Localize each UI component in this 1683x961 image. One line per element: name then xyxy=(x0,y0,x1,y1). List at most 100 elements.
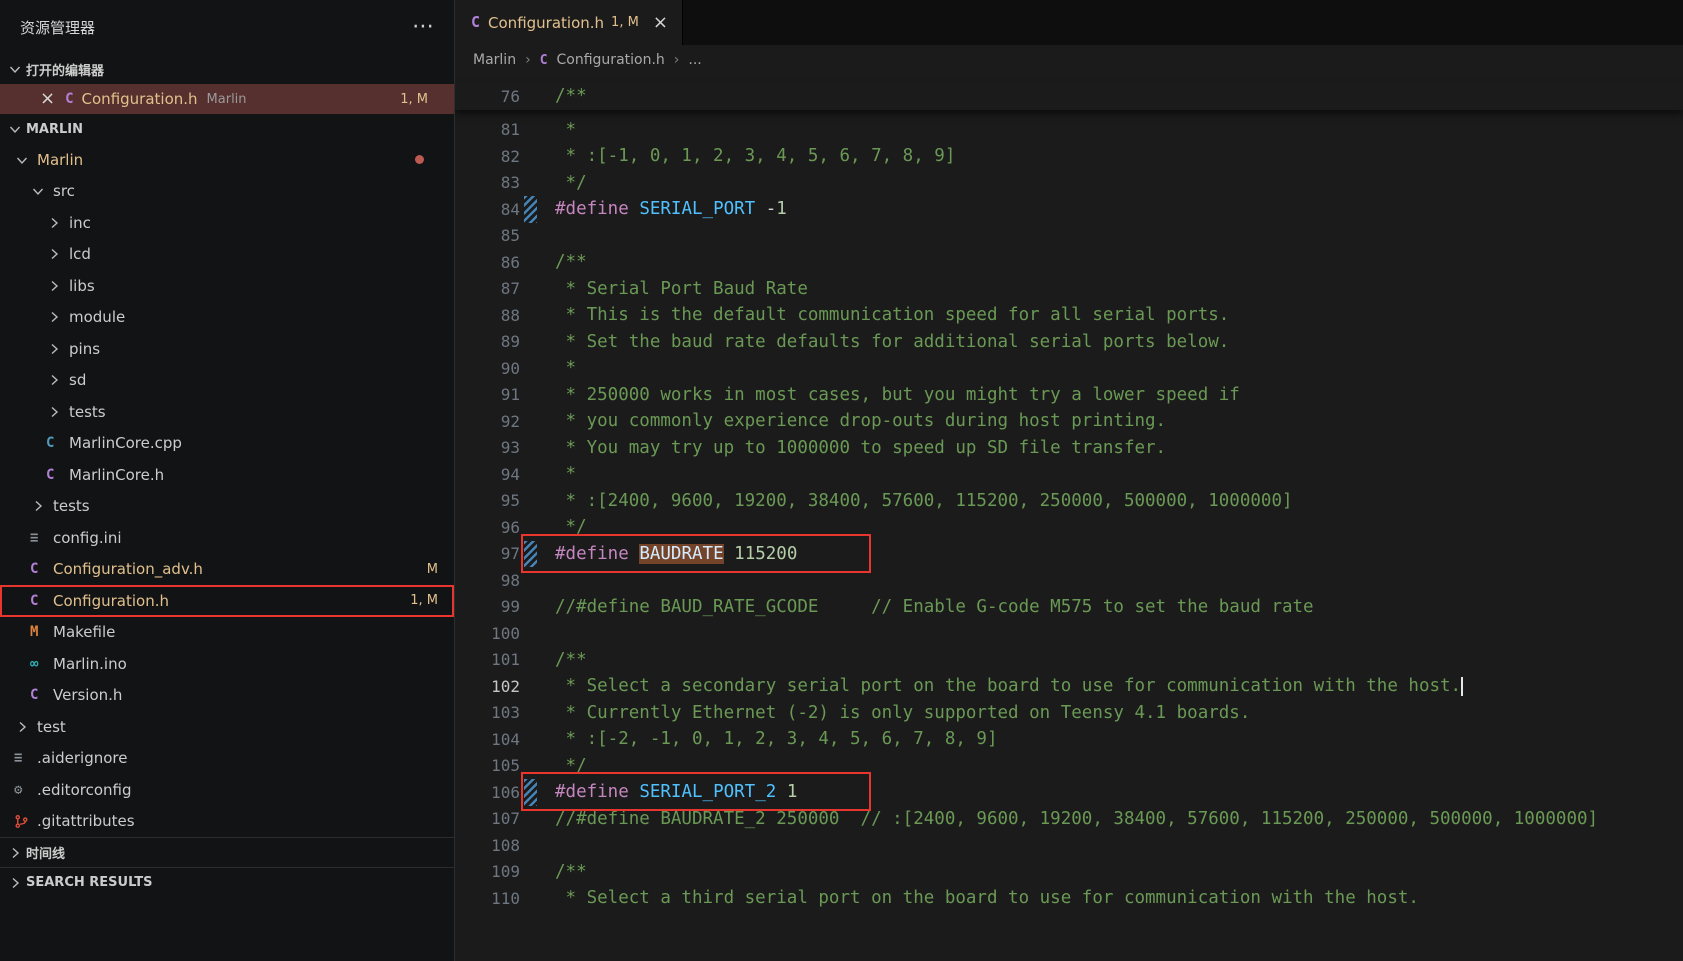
timeline-header[interactable]: 时间线 xyxy=(0,837,454,867)
chevron-right-icon[interactable] xyxy=(46,278,68,294)
tree-item-Marlin.ino[interactable]: ∞Marlin.ino xyxy=(0,648,454,680)
tree-item-.editorconfig[interactable]: ⚙.editorconfig xyxy=(0,774,454,806)
token: */ xyxy=(555,756,587,776)
git-status-badge: 1, M xyxy=(410,593,438,608)
gutter-indicator xyxy=(524,673,537,700)
gutter-indicator xyxy=(524,355,537,382)
close-icon[interactable]: × xyxy=(40,90,55,108)
tab-configuration-h[interactable]: C Configuration.h 1, M × xyxy=(455,0,683,45)
tree-item-src[interactable]: src xyxy=(0,176,454,208)
breadcrumb-file[interactable]: Configuration.h xyxy=(557,52,665,68)
code-line-98[interactable]: 98 xyxy=(455,567,1683,594)
code-text: /** xyxy=(555,252,587,272)
code-line-93[interactable]: 93 * You may try up to 1000000 to speed … xyxy=(455,435,1683,462)
code-line-108[interactable]: 108 xyxy=(455,832,1683,859)
code-line-94[interactable]: 94 * xyxy=(455,461,1683,488)
tree-item-.gitattributes[interactable]: .gitattributes xyxy=(0,806,454,838)
code-line-110[interactable]: 110 * Select a third serial port on the … xyxy=(455,885,1683,912)
code-line-103[interactable]: 103 * Currently Ethernet (-2) is only su… xyxy=(455,700,1683,727)
code-line-102[interactable]: 102 * Select a secondary serial port on … xyxy=(455,673,1683,700)
code-line-100[interactable]: 100 xyxy=(455,620,1683,647)
chevron-down-icon[interactable] xyxy=(30,183,52,199)
chevron-right-icon[interactable] xyxy=(46,341,68,357)
code-line-90[interactable]: 90 * xyxy=(455,355,1683,382)
search-results-header[interactable]: SEARCH RESULTS xyxy=(0,867,454,897)
open-editors-header[interactable]: 打开的编辑器 xyxy=(0,54,454,84)
chevron-down-icon[interactable] xyxy=(6,121,24,137)
tree-item-Marlin[interactable]: Marlin xyxy=(0,144,454,176)
code-line-81[interactable]: 81 * xyxy=(455,117,1683,144)
code-line-86[interactable]: 86/** xyxy=(455,249,1683,276)
c-file-icon: C xyxy=(30,688,52,702)
code-line-87[interactable]: 87 * Serial Port Baud Rate xyxy=(455,276,1683,303)
tree-item-lcd[interactable]: lcd xyxy=(0,239,454,271)
chevron-right-icon[interactable] xyxy=(14,719,36,735)
tree-item-tests[interactable]: tests xyxy=(0,491,454,523)
open-editor-item[interactable]: × C Configuration.h Marlin 1, M xyxy=(0,84,454,114)
chevron-right-icon[interactable] xyxy=(6,845,24,861)
code-line-88[interactable]: 88 * This is the default communication s… xyxy=(455,302,1683,329)
line-number: 85 xyxy=(455,226,520,245)
tree-item-sd[interactable]: sd xyxy=(0,365,454,397)
code-area[interactable]: 76/** 81 *82 * :[-1, 0, 1, 2, 3, 4, 5, 6… xyxy=(455,75,1683,961)
tree-item-label: Configuration.h xyxy=(53,592,169,610)
chevron-right-icon[interactable] xyxy=(46,372,68,388)
gutter-indicator xyxy=(524,726,537,753)
chevron-down-icon[interactable] xyxy=(14,152,36,168)
modified-gutter-indicator xyxy=(524,779,537,806)
code-line-97[interactable]: 97#define BAUDRATE 115200 xyxy=(455,541,1683,568)
chevron-right-icon[interactable] xyxy=(46,404,68,420)
ino-file-icon: ∞ xyxy=(30,657,52,671)
tree-item-module[interactable]: module xyxy=(0,302,454,334)
workspace-header[interactable]: MARLIN xyxy=(0,114,454,144)
code-line-83[interactable]: 83 */ xyxy=(455,170,1683,197)
code-line-89[interactable]: 89 * Set the baud rate defaults for addi… xyxy=(455,329,1683,356)
code-line-85[interactable]: 85 xyxy=(455,223,1683,250)
chevron-right-icon[interactable] xyxy=(30,498,52,514)
tree-item-MarlinCore.h[interactable]: CMarlinCore.h xyxy=(0,459,454,491)
code-line-95[interactable]: 95 * :[2400, 9600, 19200, 38400, 57600, … xyxy=(455,488,1683,515)
chevron-right-icon[interactable] xyxy=(46,246,68,262)
tree-item-config.ini[interactable]: ≡config.ini xyxy=(0,522,454,554)
tree-item-libs[interactable]: libs xyxy=(0,270,454,302)
code-line-82[interactable]: 82 * :[-1, 0, 1, 2, 3, 4, 5, 6, 7, 8, 9] xyxy=(455,143,1683,170)
code-line-109[interactable]: 109/** xyxy=(455,859,1683,886)
breadcrumb-symbol[interactable]: ... xyxy=(688,52,701,68)
chevron-down-icon[interactable] xyxy=(6,61,24,77)
tree-item-MarlinCore.cpp[interactable]: CMarlinCore.cpp xyxy=(0,428,454,460)
line-number: 90 xyxy=(455,359,520,378)
code-line-106[interactable]: 106#define SERIAL_PORT_2 1 xyxy=(455,779,1683,806)
tree-item-inc[interactable]: inc xyxy=(0,207,454,239)
tree-item-Makefile[interactable]: MMakefile xyxy=(0,617,454,649)
tree-item-test[interactable]: test xyxy=(0,711,454,743)
open-editor-label: Configuration.h xyxy=(82,90,198,108)
chevron-right-icon[interactable] xyxy=(46,309,68,325)
more-actions-icon[interactable]: ⋯ xyxy=(412,16,434,38)
code-line-107[interactable]: 107//#define BAUDRATE_2 250000 // :[2400… xyxy=(455,806,1683,833)
chevron-right-icon[interactable] xyxy=(6,875,24,891)
code-line-96[interactable]: 96 */ xyxy=(455,514,1683,541)
code-line-105[interactable]: 105 */ xyxy=(455,753,1683,780)
code-line-101[interactable]: 101/** xyxy=(455,647,1683,674)
breadcrumb-folder[interactable]: Marlin xyxy=(473,52,516,68)
code-line-84[interactable]: 84#define SERIAL_PORT -1 xyxy=(455,196,1683,223)
code-line-92[interactable]: 92 * you commonly experience drop-outs d… xyxy=(455,408,1683,435)
sticky-scroll-line[interactable]: 76/** xyxy=(455,83,1683,110)
code-line-91[interactable]: 91 * 250000 works in most cases, but you… xyxy=(455,382,1683,409)
tree-item-tests[interactable]: tests xyxy=(0,396,454,428)
tree-item-.aiderignore[interactable]: ≡.aiderignore xyxy=(0,743,454,775)
line-number: 76 xyxy=(455,87,520,106)
tree-item-Version.h[interactable]: CVersion.h xyxy=(0,680,454,712)
chevron-right-icon[interactable] xyxy=(46,215,68,231)
token: /** xyxy=(555,862,587,882)
tree-item-Configuration.h[interactable]: CConfiguration.h1, M xyxy=(0,585,454,617)
tab-close-icon[interactable]: × xyxy=(653,14,668,32)
tree-item-label: MarlinCore.h xyxy=(69,466,164,484)
tree-item-pins[interactable]: pins xyxy=(0,333,454,365)
vscode-window: 资源管理器 ⋯ 打开的编辑器 × C Configuration.h Marli… xyxy=(0,0,1683,961)
tree-item-label: libs xyxy=(69,277,95,295)
code-line-99[interactable]: 99//#define BAUD_RATE_GCODE // Enable G-… xyxy=(455,594,1683,621)
line-number: 95 xyxy=(455,491,520,510)
tree-item-Configuration_adv.h[interactable]: CConfiguration_adv.hM xyxy=(0,554,454,586)
code-line-104[interactable]: 104 * :[-2, -1, 0, 1, 2, 3, 4, 5, 6, 7, … xyxy=(455,726,1683,753)
